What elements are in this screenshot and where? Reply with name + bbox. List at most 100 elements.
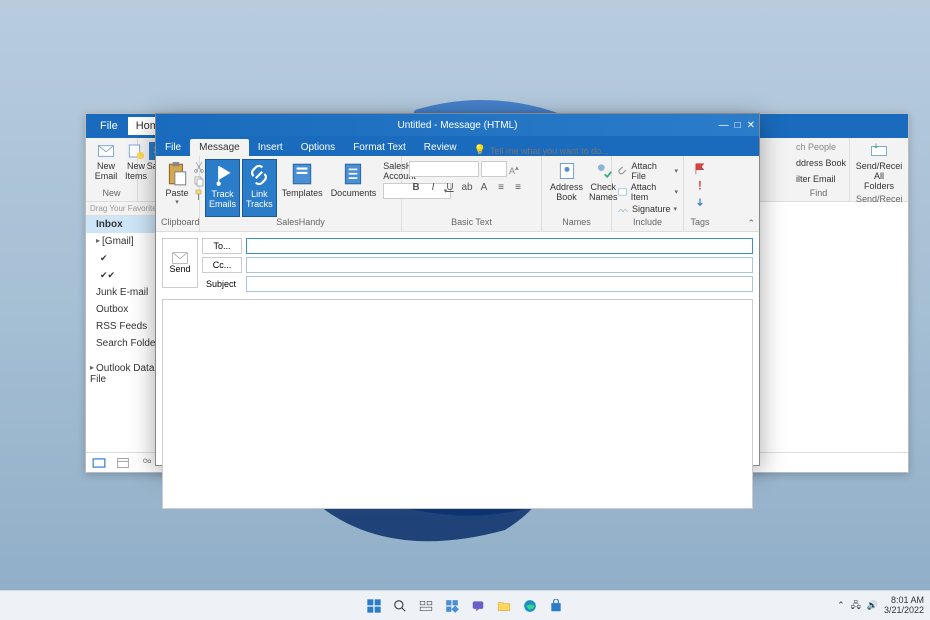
send-button[interactable]: Send (162, 238, 198, 288)
attach-item-label: Attach Item (631, 182, 672, 202)
message-body-editor[interactable] (162, 299, 753, 509)
address-book-link[interactable]: ddress Book (794, 157, 843, 169)
tray-chevron-icon[interactable]: ⌃ (837, 600, 845, 611)
templates-icon (289, 161, 315, 187)
link-tracks-button[interactable]: Link Tracks (242, 159, 277, 217)
paste-label: Paste (165, 189, 188, 199)
lightbulb-icon: 💡 (474, 145, 486, 156)
send-receive-button[interactable]: Send/Recei All Folders (856, 140, 902, 194)
search-button[interactable] (389, 595, 411, 617)
paste-button[interactable]: Paste ▾ (161, 159, 193, 217)
new-email-button[interactable]: New Email (92, 140, 120, 184)
font-size-input[interactable] (481, 161, 507, 177)
mail-nav-icon[interactable] (92, 456, 106, 470)
start-button[interactable] (363, 595, 385, 617)
edge-button[interactable] (519, 595, 541, 617)
cc-button[interactable]: Cc... (202, 257, 242, 273)
new-group-label: New (92, 188, 131, 199)
attach-item-button[interactable]: Attach Item▾ (617, 182, 678, 202)
saleshandy-group-label: SalesHandy (205, 217, 396, 228)
taskbar-clock[interactable]: 8:01 AM 3/21/2022 (884, 596, 924, 616)
tab-file[interactable]: File (92, 117, 126, 135)
tags-group-label: Tags (689, 217, 711, 228)
tray-network-icon[interactable]: 🖧 (851, 598, 861, 614)
calendar-nav-icon[interactable] (116, 456, 130, 470)
highlight-button[interactable]: ab (460, 182, 474, 193)
to-button[interactable]: To... (202, 238, 242, 254)
grow-font-icon[interactable]: A▴ (509, 163, 519, 176)
names-group-label: Names (547, 217, 606, 228)
compose-tab-review[interactable]: Review (415, 139, 466, 156)
paste-icon (164, 161, 190, 187)
all-folders-label: All Folders (860, 172, 898, 192)
tell-me-box[interactable]: 💡 (466, 145, 759, 156)
new-email-label: New Email (95, 162, 118, 182)
follow-up-flag-icon[interactable] (693, 162, 707, 176)
window-controls: — □ ✕ (719, 120, 755, 131)
high-importance-icon[interactable]: ! (693, 179, 707, 193)
widgets-button[interactable] (441, 595, 463, 617)
templates-button[interactable]: Templates (279, 159, 326, 217)
collapse-ribbon-button[interactable]: ⌃ (747, 218, 755, 229)
documents-icon (340, 161, 366, 187)
compose-tab-insert[interactable]: Insert (249, 139, 292, 156)
documents-button[interactable]: Documents (328, 159, 380, 217)
compose-tab-options[interactable]: Options (292, 139, 344, 156)
address-book-label: Address Book (550, 183, 583, 203)
chat-icon (471, 599, 485, 613)
italic-button[interactable]: I (426, 182, 440, 193)
paperclip-icon (617, 165, 628, 177)
compose-tabs: File Message Insert Options Format Text … (156, 136, 759, 156)
track-emails-label: Track Emails (209, 190, 236, 210)
underline-button[interactable]: U (443, 182, 457, 193)
address-book-button[interactable]: Address Book (547, 159, 586, 217)
tell-me-input[interactable] (490, 146, 650, 156)
compose-window: Untitled - Message (HTML) — □ ✕ File Mes… (155, 113, 760, 466)
compose-ribbon: Paste ▾ Clipboard Track Emails (156, 156, 759, 232)
send-receive-icon (870, 142, 888, 160)
close-button[interactable]: ✕ (747, 120, 755, 131)
track-emails-button[interactable]: Track Emails (205, 159, 240, 217)
basic-text-group-label: Basic Text (407, 217, 536, 228)
numbering-button[interactable]: ≡ (511, 182, 525, 193)
font-name-input[interactable] (409, 161, 479, 177)
address-book-icon (557, 161, 577, 181)
signature-label: Signature (632, 204, 671, 214)
search-people-input[interactable]: ch People (794, 140, 843, 154)
bold-button[interactable]: B (409, 182, 423, 193)
documents-label: Documents (331, 189, 377, 199)
attach-file-button[interactable]: Attach File▾ (617, 161, 678, 181)
bullets-button[interactable]: ≡ (494, 182, 508, 193)
search-icon (393, 599, 407, 613)
tray-volume-icon[interactable]: 🔊 (867, 600, 878, 611)
templates-label: Templates (282, 189, 323, 199)
cc-input[interactable] (246, 257, 753, 273)
send-label: Send (169, 264, 190, 274)
compose-tab-file[interactable]: File (156, 139, 190, 156)
link-tracks-icon (246, 162, 272, 188)
attach-item-icon (617, 186, 628, 198)
check-names-icon (593, 161, 613, 181)
people-nav-icon[interactable] (140, 456, 154, 470)
find-group-label: Find (794, 188, 843, 199)
signature-icon (617, 203, 629, 215)
subject-label: Subject (202, 277, 242, 291)
low-importance-icon[interactable] (693, 196, 707, 210)
filter-email-link[interactable]: ilter Email (794, 173, 843, 185)
to-input[interactable] (246, 238, 753, 254)
svg-text:!: ! (698, 180, 702, 193)
attach-file-label: Attach File (631, 161, 671, 181)
maximize-button[interactable]: □ (735, 120, 741, 131)
minimize-button[interactable]: — (719, 120, 729, 131)
compose-tab-message[interactable]: Message (190, 139, 249, 156)
signature-button[interactable]: Signature▾ (617, 203, 678, 215)
task-view-button[interactable] (415, 595, 437, 617)
explorer-button[interactable] (493, 595, 515, 617)
store-button[interactable] (545, 595, 567, 617)
compose-tab-format[interactable]: Format Text (344, 139, 415, 156)
widgets-icon (445, 599, 459, 613)
chat-button[interactable] (467, 595, 489, 617)
subject-input[interactable] (246, 276, 753, 292)
font-color-button[interactable]: A (477, 182, 491, 193)
compose-titlebar: Untitled - Message (HTML) — □ ✕ (156, 114, 759, 136)
